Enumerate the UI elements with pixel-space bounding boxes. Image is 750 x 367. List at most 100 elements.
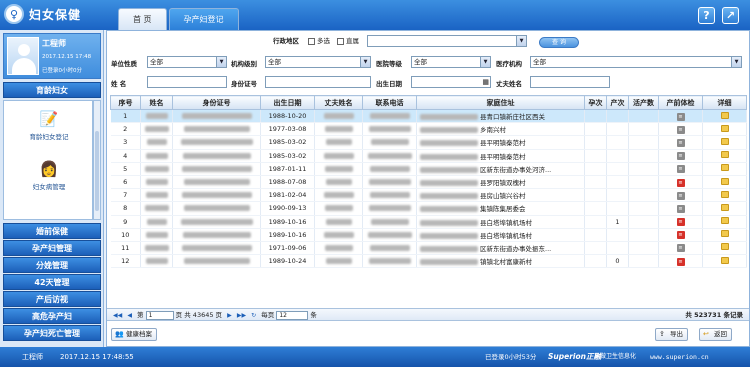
name-input[interactable] <box>147 76 227 88</box>
col-header-prenatal-check[interactable]: 产前体检 <box>658 95 703 110</box>
cell-prenatal-check: ≡ <box>658 228 703 242</box>
folder-icon[interactable] <box>720 164 729 172</box>
sidebar-scrollbar[interactable] <box>93 100 101 220</box>
col-header-id[interactable]: 身份证号 <box>172 95 261 110</box>
sidebar-section-postpartum[interactable]: 产后访视 <box>3 291 101 307</box>
district-select[interactable]: ▼ <box>367 35 527 47</box>
page-number-input[interactable]: 1 <box>145 310 174 320</box>
tab-home[interactable]: 首 页 <box>118 8 167 30</box>
col-header-address[interactable]: 家庭住址 <box>416 95 585 110</box>
cell-birth: 1988-07-08 <box>260 175 315 190</box>
sidebar-item-women-disease[interactable]: 👩 妇女病管理 <box>4 159 94 191</box>
cell-live-births <box>628 109 659 124</box>
folder-icon[interactable] <box>720 203 729 211</box>
col-header-husband[interactable]: 丈夫姓名 <box>314 95 363 110</box>
redacted-text <box>144 205 169 212</box>
table-row[interactable]: 3 1985-03-02 县平明镇秦范村 ≡ <box>110 135 747 150</box>
unit-nature-select[interactable]: 全部 ▼ <box>147 56 227 68</box>
hospital-grade-select[interactable]: 全部 ▼ <box>411 56 491 68</box>
col-header-live-births[interactable]: 活产数 <box>628 95 659 110</box>
cell-address: 区新东街道办事处河济... <box>416 162 585 176</box>
prenatal-record-icon[interactable]: ≡ <box>676 165 685 174</box>
sidebar-section-42-day[interactable]: 42天管理 <box>3 274 101 290</box>
prenatal-record-icon[interactable]: ≡ <box>676 125 685 134</box>
exit-button[interactable]: ↗ <box>722 7 739 24</box>
per-page-select[interactable]: 12 <box>276 310 309 320</box>
cell-birth: 1985-03-02 <box>260 135 315 150</box>
sidebar-section-maternal-death[interactable]: 孕产妇死亡管理 <box>3 325 101 341</box>
col-header-para[interactable]: 产次 <box>606 95 629 110</box>
total-pages-text: 页 共 43645 页 <box>175 311 223 319</box>
back-button[interactable]: ↩ 返回 <box>699 328 732 341</box>
col-header-gravida[interactable]: 孕次 <box>584 95 607 110</box>
cell-live-births <box>628 149 659 163</box>
direct-checkbox[interactable]: 直属 <box>337 35 359 45</box>
sidebar-section-women-childbearing[interactable]: 育龄妇女 <box>3 82 101 98</box>
col-header-birth[interactable]: 出生日期 <box>260 95 315 110</box>
table-row[interactable]: 11 1971-09-06 区新东街道办事处振东... ≡ <box>110 241 747 256</box>
first-page-icon[interactable]: ◀◀ <box>113 310 122 322</box>
prenatal-record-icon[interactable]: ≡ <box>676 152 685 161</box>
folder-icon[interactable] <box>720 151 729 159</box>
prev-page-icon[interactable]: ◀ <box>127 310 132 322</box>
tab-bar: 首 页 孕产妇登记 <box>118 8 241 30</box>
redacted-text <box>144 165 169 172</box>
table-row[interactable]: 2 1977-03-08 乡南兴村 ≡ <box>110 122 747 137</box>
cell-address: 县白塔埠镇机场村 <box>416 228 585 242</box>
cell-id <box>172 215 261 229</box>
cell-id <box>172 228 261 242</box>
tab-maternal-registration[interactable]: 孕产妇登记 <box>168 8 239 30</box>
folder-icon[interactable] <box>720 190 729 198</box>
prenatal-record-icon[interactable]: ≡ <box>676 138 685 147</box>
org-level-label: 机构级别 <box>231 60 257 68</box>
table-row[interactable]: 6 1988-07-08 县罗阳镇双槐村 ≡ <box>110 175 747 190</box>
query-button[interactable]: 查 询 <box>539 37 579 48</box>
medical-org-select[interactable]: 全部 ▼ <box>530 56 742 68</box>
sidebar-section-high-risk[interactable]: 高危孕产妇 <box>3 308 101 324</box>
prenatal-record-icon[interactable]: ≡ <box>676 244 685 253</box>
table-row[interactable]: 4 1985-03-02 县平明镇秦范村 ≡ <box>110 149 747 163</box>
table-row[interactable]: 8 1990-09-13 集镇陈集居委会 ≡ <box>110 201 747 216</box>
husband-name-input[interactable] <box>530 76 610 88</box>
prenatal-record-icon[interactable]: ≡ <box>676 191 685 200</box>
table-row[interactable]: 7 1981-02-04 县房山镇兴谷村 ≡ <box>110 188 747 203</box>
col-header-name[interactable]: 姓名 <box>140 95 173 110</box>
sidebar-item-women-registration[interactable]: 📝 育龄妇女登记 <box>4 109 94 141</box>
folder-icon[interactable] <box>720 177 729 185</box>
birth-date-input[interactable]: ▦ <box>411 76 491 88</box>
org-level-select[interactable]: 全部 ▼ <box>265 56 371 68</box>
multi-select-checkbox[interactable]: 多选 <box>308 35 330 45</box>
table-row[interactable]: 9 1989-10-16 县白塔埠镇机场村 1 ≡ <box>110 215 747 229</box>
folder-icon[interactable] <box>720 124 729 132</box>
folder-icon[interactable] <box>720 137 729 145</box>
calendar-icon[interactable]: ▦ <box>482 78 489 86</box>
prenatal-alert-icon[interactable]: ≡ <box>676 257 685 266</box>
prenatal-record-icon[interactable]: ≡ <box>676 204 685 213</box>
sidebar-section-maternal[interactable]: 孕产妇管理 <box>3 240 101 256</box>
col-header-detail[interactable]: 详细 <box>702 95 747 110</box>
sidebar-section-delivery[interactable]: 分娩管理 <box>3 257 101 273</box>
prenatal-alert-icon[interactable]: ≡ <box>676 231 685 240</box>
folder-icon[interactable] <box>720 256 729 264</box>
last-page-icon[interactable]: ▶▶ <box>237 310 246 322</box>
help-button[interactable]: ? <box>698 7 715 24</box>
sidebar-section-premarital[interactable]: 婚前保健 <box>3 223 101 239</box>
table-row[interactable]: 1 1988-10-20 县青口镇新庄社区西关 ≡ <box>110 109 747 124</box>
table-row[interactable]: 5 1987-01-11 区新东街道办事处河济... ≡ <box>110 162 747 176</box>
folder-icon[interactable] <box>720 111 729 119</box>
table-row[interactable]: 10 1989-10-16 县白塔埠镇机场村 ≡ <box>110 228 747 242</box>
folder-icon[interactable] <box>720 217 729 225</box>
prenatal-alert-icon[interactable]: ≡ <box>676 178 685 187</box>
table-row[interactable]: 12 1989-10-24 镇镇北村富康新村 0 ≡ <box>110 254 747 269</box>
col-header-phone[interactable]: 联系电话 <box>362 95 417 110</box>
prenatal-record-icon[interactable]: ≡ <box>676 112 685 121</box>
health-file-button[interactable]: 👥 健康档案 <box>111 328 157 341</box>
id-number-input[interactable] <box>265 76 371 88</box>
folder-icon[interactable] <box>720 230 729 238</box>
prenatal-alert-icon[interactable]: ≡ <box>676 218 685 227</box>
next-page-icon[interactable]: ▶ <box>227 310 232 322</box>
folder-icon[interactable] <box>720 243 729 251</box>
refresh-icon[interactable]: ↻ <box>251 310 256 322</box>
export-button[interactable]: ⇪ 导出 <box>655 328 688 341</box>
col-header-no[interactable]: 序号 <box>110 95 141 110</box>
